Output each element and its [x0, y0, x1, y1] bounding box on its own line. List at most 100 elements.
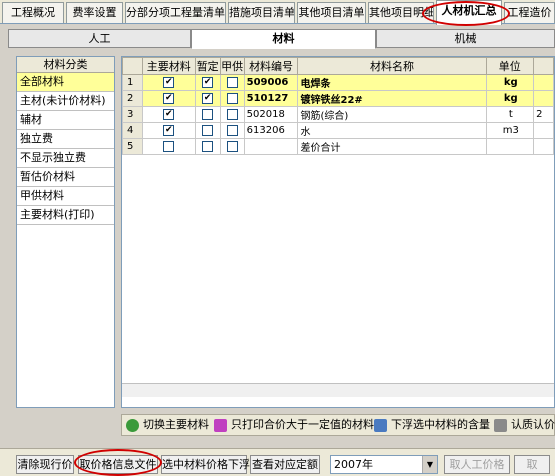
table-row[interactable]: 5 差价合计	[122, 138, 554, 155]
material-name-cell[interactable]: 电焊条	[297, 74, 487, 91]
tab-materials[interactable]: 材料	[191, 29, 376, 49]
table-row[interactable]: 2 ✔ ✔ 510127 镀锌铁丝22# kg	[122, 90, 554, 107]
tab-machinery[interactable]: 机械	[376, 29, 555, 48]
tab-other-items[interactable]: 其他项目清单	[297, 2, 366, 23]
provisional-checkbox[interactable]: ✔	[194, 90, 221, 107]
category-auxiliary[interactable]: 辅材	[17, 111, 114, 130]
load-labor-price-button[interactable]: 取人工价格	[444, 455, 510, 474]
tab-labor-material-summary[interactable]: 人材机汇总	[436, 0, 502, 25]
category-hide-independent-fee[interactable]: 不显示独立费	[17, 149, 114, 168]
materials-grid: 主要材料 暂定 甲供 材料编号 材料名称 单位 1 ✔ ✔ 509006 电焊条…	[121, 56, 555, 408]
tab-other-items-detail[interactable]: 其他项目明细	[368, 2, 434, 23]
tab-bill-of-quantities[interactable]: 分部分项工程量清单	[125, 2, 226, 23]
main-material-checkbox[interactable]: ✔	[141, 74, 196, 91]
material-code-cell[interactable]: 509006	[243, 74, 299, 91]
material-name-cell[interactable]: 差价合计	[297, 138, 487, 155]
owner-supplied-checkbox[interactable]	[219, 138, 245, 155]
row-number: 4	[122, 122, 143, 139]
switch-icon	[126, 418, 139, 432]
category-independent-fee[interactable]: 独立费	[17, 130, 114, 149]
year-select[interactable]: 2007年 ▼	[330, 455, 438, 474]
extra-cell[interactable]: 2	[533, 106, 554, 123]
float-down-icon	[374, 418, 387, 432]
row-number: 5	[122, 138, 143, 155]
switch-main-material-button[interactable]: 切换主要材料	[126, 417, 209, 434]
col-header-owner-supplied[interactable]: 甲供	[219, 57, 245, 75]
main-material-checkbox[interactable]: ✔	[141, 106, 196, 123]
main-material-checkbox[interactable]	[141, 138, 196, 155]
unit-cell[interactable]	[485, 138, 535, 155]
unit-cell[interactable]: kg	[485, 74, 535, 91]
material-code-cell[interactable]: 613206	[243, 122, 299, 139]
col-header-extra[interactable]	[533, 57, 554, 75]
year-value: 2007年	[334, 458, 373, 471]
col-header-unit[interactable]: 单位	[485, 57, 535, 75]
tab-project-cost[interactable]: 工程造价	[504, 2, 555, 23]
load-button[interactable]: 取	[514, 455, 550, 474]
float-down-content-button[interactable]: 下浮选中材料的含量	[374, 417, 490, 434]
material-code-cell[interactable]: 510127	[243, 90, 299, 107]
bottom-action-bar: 清除现行价 取价格信息文件 选中材料价格下浮 查看对应定额 2007年 ▼ 取人…	[0, 448, 555, 476]
material-name-cell[interactable]: 水	[297, 122, 487, 139]
confirm-price-button[interactable]: 认质认价	[494, 417, 555, 434]
tab-fee-settings[interactable]: 费率设置	[66, 2, 123, 23]
unit-cell[interactable]: m3	[485, 122, 535, 139]
owner-supplied-checkbox[interactable]	[219, 74, 245, 91]
extra-cell[interactable]	[533, 122, 554, 139]
category-all-materials[interactable]: 全部材料	[17, 73, 114, 92]
grid-header-row: 主要材料 暂定 甲供 材料编号 材料名称 单位	[122, 57, 554, 75]
col-header-material-code[interactable]: 材料编号	[243, 57, 299, 75]
extra-cell[interactable]	[533, 90, 554, 107]
load-price-info-file-button[interactable]: 取价格信息文件	[78, 455, 158, 474]
unit-cell[interactable]: t	[485, 106, 535, 123]
print-icon	[214, 418, 227, 432]
float-selected-price-button[interactable]: 选中材料价格下浮	[161, 455, 250, 474]
material-name-cell[interactable]: 镀锌铁丝22#	[297, 90, 487, 107]
material-code-cell[interactable]: 502018	[243, 106, 299, 123]
provisional-checkbox[interactable]: ✔	[194, 74, 221, 91]
confirm-icon	[494, 418, 507, 432]
category-provisional-price[interactable]: 暂估价材料	[17, 168, 114, 187]
view-quota-button[interactable]: 查看对应定额	[250, 455, 320, 474]
main-material-checkbox[interactable]: ✔	[141, 90, 196, 107]
row-number: 2	[122, 90, 143, 107]
category-header: 材料分类	[17, 57, 114, 73]
provisional-checkbox[interactable]	[194, 122, 221, 139]
owner-supplied-checkbox[interactable]	[219, 90, 245, 107]
provisional-checkbox[interactable]	[194, 138, 221, 155]
extra-cell[interactable]	[533, 74, 554, 91]
sub-tab-bar: 人工 材料 机械	[8, 29, 555, 49]
table-row[interactable]: 4 ✔ 613206 水 m3	[122, 122, 554, 139]
col-header-material-name[interactable]: 材料名称	[297, 57, 487, 75]
material-name-cell[interactable]: 钢筋(综合)	[297, 106, 487, 123]
material-code-cell[interactable]	[243, 138, 299, 155]
category-main-materials[interactable]: 主材(未计价材料)	[17, 92, 114, 111]
tab-measure-items[interactable]: 措施项目清单	[228, 2, 295, 23]
owner-supplied-checkbox[interactable]	[219, 122, 245, 139]
table-row[interactable]: 1 ✔ ✔ 509006 电焊条 kg	[122, 74, 554, 91]
col-header-main-material[interactable]: 主要材料	[141, 57, 196, 75]
material-category-panel: 材料分类 全部材料 主材(未计价材料) 辅材 独立费 不显示独立费 暂估价材料 …	[16, 56, 115, 408]
extra-cell[interactable]	[533, 138, 554, 155]
col-header-provisional[interactable]: 暂定	[194, 57, 221, 75]
print-filter-button[interactable]: 只打印合价大于一定值的材料	[214, 417, 374, 434]
table-row[interactable]: 3 ✔ 502018 钢筋(综合) t 2	[122, 106, 554, 123]
tab-labor[interactable]: 人工	[8, 29, 191, 48]
grid-toolbar: 切换主要材料 只打印合价大于一定值的材料 下浮选中材料的含量 认质认价	[121, 414, 555, 436]
top-tab-bar: 工程概况 费率设置 分部分项工程量清单 措施项目清单 其他项目清单 其他项目明细…	[0, 0, 555, 25]
chevron-down-icon[interactable]: ▼	[422, 456, 437, 473]
horizontal-scrollbar[interactable]	[122, 383, 554, 397]
owner-supplied-checkbox[interactable]	[219, 106, 245, 123]
category-owner-supplied[interactable]: 甲供材料	[17, 187, 114, 206]
confirm-price-label: 认质认价	[511, 418, 555, 431]
main-material-checkbox[interactable]: ✔	[141, 122, 196, 139]
row-number: 3	[122, 106, 143, 123]
tab-project-overview[interactable]: 工程概况	[2, 2, 64, 23]
clear-current-price-button[interactable]: 清除现行价	[16, 455, 74, 474]
float-down-label: 下浮选中材料的含量	[391, 418, 490, 431]
unit-cell[interactable]: kg	[485, 90, 535, 107]
provisional-checkbox[interactable]	[194, 106, 221, 123]
category-main-print[interactable]: 主要材料(打印)	[17, 206, 114, 225]
switch-main-label: 切换主要材料	[143, 418, 209, 431]
col-header-rownum	[122, 57, 143, 75]
